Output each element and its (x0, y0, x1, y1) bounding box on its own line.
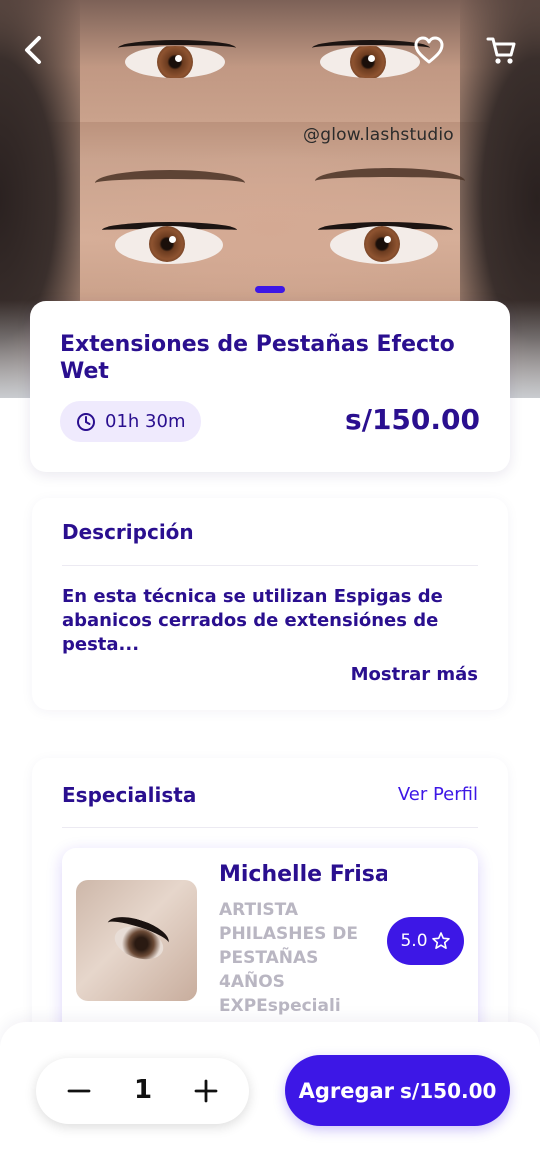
service-price: s/150.00 (345, 403, 480, 436)
chevron-left-icon (25, 36, 41, 64)
description-heading: Descripción (62, 520, 194, 544)
quantity-stepper: 1 (36, 1058, 249, 1124)
view-profile-link[interactable]: Ver Perfil (398, 784, 478, 805)
add-to-cart-button[interactable]: Agregar s/150.00 (285, 1055, 510, 1126)
bottom-action-bar: 1 Agregar s/150.00 (0, 1022, 540, 1160)
quantity-value: 1 (133, 1075, 153, 1105)
hero-eye (115, 226, 223, 264)
show-more-link[interactable]: Mostrar más (351, 664, 478, 685)
specialist-name: Michelle Frisa (219, 862, 387, 887)
cart-icon (486, 37, 516, 64)
star-outline-icon (431, 932, 450, 949)
specialist-heading: Especialista (62, 783, 197, 807)
heart-outline-icon (414, 36, 444, 64)
duration-badge: 01h 30m (60, 401, 202, 442)
hero-brow (315, 168, 465, 194)
hero-eye (330, 226, 438, 264)
specialist-photo (76, 880, 197, 1001)
app-screen: @glow.lashstudio Extensiones de Pestañas… (0, 0, 540, 1160)
minus-icon (67, 1089, 91, 1093)
specialist-role: ARTISTA PHILASHES DE PESTAÑAS 4AÑOS EXPE… (219, 900, 358, 1016)
back-button[interactable] (12, 28, 56, 72)
cart-button[interactable] (479, 28, 523, 72)
specialist-card: Especialista Ver Perfil Michelle Frisa A… (32, 758, 508, 1078)
clock-icon (77, 412, 95, 431)
divider (62, 827, 478, 828)
carousel-indicator[interactable] (255, 286, 285, 293)
hero-photo-top (0, 0, 540, 122)
favorite-button[interactable] (407, 28, 451, 72)
hero-brow (95, 170, 245, 196)
description-text: En esta técnica se utilizan Espigas de a… (62, 586, 443, 655)
increase-quantity-button[interactable] (184, 1069, 228, 1113)
hero-watermark: @glow.lashstudio (303, 125, 454, 145)
service-summary-card: Extensiones de Pestañas Efecto Wet 01h 3… (30, 301, 510, 472)
plus-icon (194, 1079, 218, 1103)
add-to-cart-price: s/150.00 (400, 1078, 497, 1103)
hero-eye (320, 46, 420, 78)
service-title: Extensiones de Pestañas Efecto Wet (60, 332, 455, 384)
duration-text: 01h 30m (105, 411, 186, 432)
divider (62, 565, 478, 566)
hero-eye (125, 46, 225, 78)
decrease-quantity-button[interactable] (57, 1069, 101, 1113)
rating-badge: 5.0 (387, 917, 464, 965)
description-card: Descripción En esta técnica se utilizan … (32, 498, 508, 710)
add-to-cart-label: Agregar (298, 1078, 395, 1103)
rating-value: 5.0 (400, 931, 428, 951)
